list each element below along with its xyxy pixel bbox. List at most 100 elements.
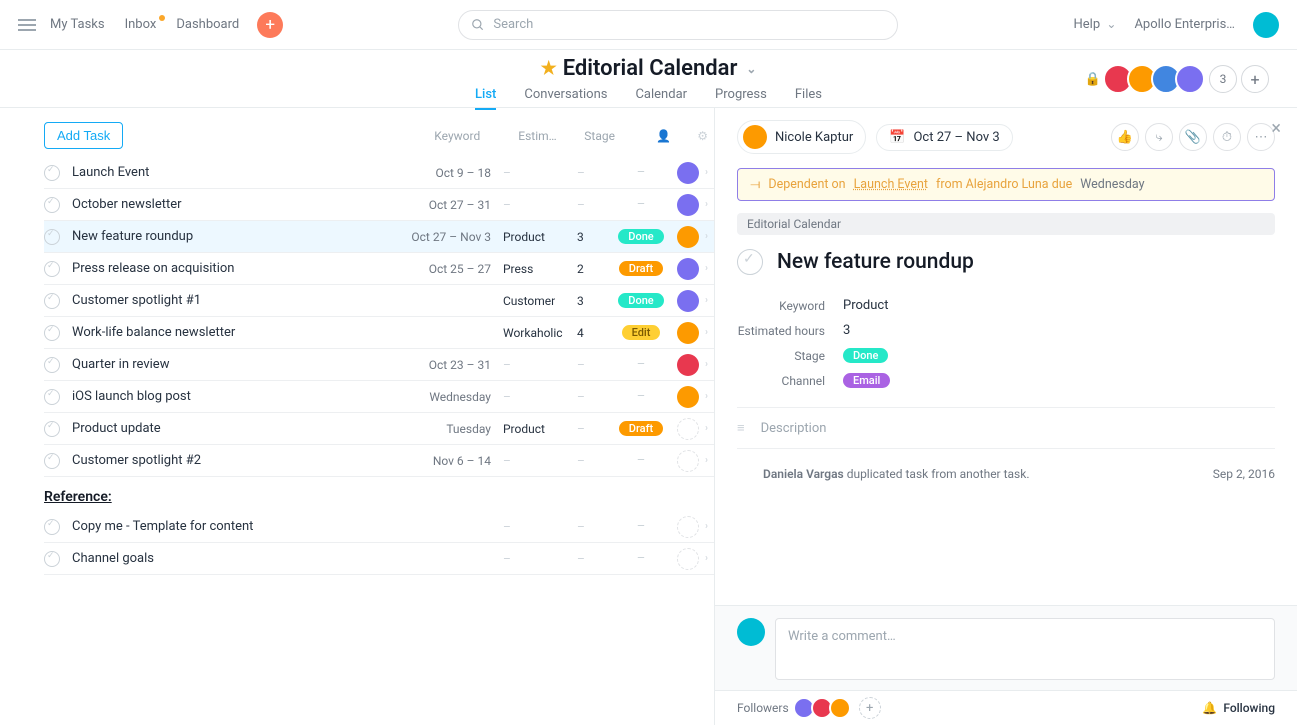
timer-icon[interactable]: ⏱ <box>1213 123 1241 151</box>
follower-avatar[interactable] <box>829 697 851 719</box>
assignee-avatar[interactable] <box>677 258 699 280</box>
current-user-avatar[interactable] <box>1253 12 1279 38</box>
lock-icon[interactable]: 🔒 <box>1085 72 1101 87</box>
task-date: Wednesday <box>405 390 491 404</box>
following-toggle[interactable]: 🔔 Following <box>1202 701 1275 715</box>
hamburger-icon[interactable] <box>18 19 36 31</box>
complete-checkbox[interactable] <box>44 229 60 245</box>
task-row[interactable]: Press release on acquisitionOct 25 – 27P… <box>44 253 714 285</box>
person-icon[interactable]: 👤 <box>656 129 671 143</box>
chevron-right-icon: › <box>705 199 708 210</box>
nav-inbox[interactable]: Inbox <box>125 17 157 32</box>
assignee-chip[interactable]: Nicole Kaptur <box>737 120 866 154</box>
dep-event-link[interactable]: Launch Event <box>854 177 928 192</box>
assignee-avatar[interactable] <box>677 354 699 376</box>
complete-checkbox[interactable] <box>44 261 60 277</box>
section-reference[interactable]: Reference: <box>44 477 714 511</box>
following-label: Following <box>1223 701 1275 715</box>
task-title[interactable]: New feature roundup <box>777 250 974 274</box>
project-chip[interactable]: Editorial Calendar <box>737 213 1275 235</box>
subtasks-icon[interactable]: ⤷ <box>1145 123 1173 151</box>
complete-checkbox[interactable] <box>44 421 60 437</box>
assignee-avatar[interactable] <box>677 290 699 312</box>
complete-checkbox[interactable] <box>44 197 60 213</box>
add-task-button[interactable]: Add Task <box>44 122 123 149</box>
task-date: Oct 25 – 27 <box>405 262 491 276</box>
field-value[interactable]: 3 <box>843 323 850 338</box>
task-row[interactable]: Quarter in reviewOct 23 – 31–––› <box>44 349 714 381</box>
tab-list[interactable]: List <box>475 87 496 110</box>
task-row[interactable]: Product updateTuesdayProduct–Draft› <box>44 413 714 445</box>
task-row[interactable]: Customer spotlight #2Nov 6 – 14–––› <box>44 445 714 477</box>
assignee-avatar[interactable] <box>677 322 699 344</box>
col-keyword[interactable]: Keyword <box>434 129 492 143</box>
activity-actor[interactable]: Daniela Vargas <box>763 467 844 481</box>
nav-my-tasks[interactable]: My Tasks <box>50 17 105 32</box>
assignee-avatar[interactable] <box>677 162 699 184</box>
add-follower-button[interactable]: + <box>859 697 881 719</box>
assignee-avatar[interactable] <box>677 418 699 440</box>
assignee-avatar[interactable] <box>677 194 699 216</box>
complete-checkbox[interactable] <box>44 551 60 567</box>
tab-files[interactable]: Files <box>795 87 822 110</box>
help-menu[interactable]: Help ⌄ <box>1074 17 1117 32</box>
field-value[interactable]: Product <box>843 298 888 313</box>
assignee-avatar[interactable] <box>677 226 699 248</box>
task-row[interactable]: Copy me - Template for content–––› <box>44 511 714 543</box>
comment-box: Write a comment… <box>715 605 1297 690</box>
chevron-right-icon: › <box>705 327 708 338</box>
task-row[interactable]: Customer spotlight #1Customer3Done› <box>44 285 714 317</box>
tab-progress[interactable]: Progress <box>715 87 767 110</box>
tab-conversations[interactable]: Conversations <box>524 87 607 110</box>
detail-actions: 👍 ⤷ 📎 ⏱ ⋯ <box>1111 123 1275 151</box>
assignee-avatar[interactable] <box>677 548 699 570</box>
col-estimated[interactable]: Estim… <box>518 129 558 143</box>
task-row[interactable]: Launch EventOct 9 – 18–––› <box>44 157 714 189</box>
add-member-button[interactable]: + <box>1241 65 1269 93</box>
nav-dashboard[interactable]: Dashboard <box>176 17 239 32</box>
project-title[interactable]: Editorial Calendar <box>563 56 738 81</box>
task-keyword: – <box>491 390 569 404</box>
chevron-down-icon[interactable]: ⌄ <box>746 62 756 76</box>
complete-checkbox[interactable] <box>44 293 60 309</box>
complete-checkbox[interactable] <box>44 519 60 535</box>
task-name: Copy me - Template for content <box>72 519 405 534</box>
description-icon: ≡ <box>737 420 745 436</box>
complete-checkbox[interactable] <box>44 357 60 373</box>
complete-checkbox[interactable] <box>44 453 60 469</box>
like-icon[interactable]: 👍 <box>1111 123 1139 151</box>
gear-icon[interactable]: ⚙ <box>697 129 708 143</box>
complete-checkbox[interactable] <box>44 325 60 341</box>
channel-pill[interactable]: Email <box>843 373 890 388</box>
comment-input[interactable]: Write a comment… <box>775 618 1275 680</box>
stage-pill[interactable]: Done <box>843 348 888 363</box>
description-row[interactable]: ≡ Description <box>737 407 1275 449</box>
task-row[interactable]: Channel goals–––› <box>44 543 714 575</box>
assignee-avatar[interactable] <box>677 450 699 472</box>
member-avatar[interactable] <box>1175 64 1205 94</box>
task-keyword: Product <box>491 230 569 244</box>
task-row[interactable]: New feature roundupOct 27 – Nov 3Product… <box>44 221 714 253</box>
dependency-banner[interactable]: ⟞ Dependent on Launch Event from Alejand… <box>737 168 1275 201</box>
date-chip[interactable]: 📅 Oct 27 – Nov 3 <box>876 124 1012 151</box>
column-headers: Keyword Estim… Stage 👤 ⚙ <box>434 129 708 143</box>
tab-calendar[interactable]: Calendar <box>635 87 687 110</box>
search-input[interactable]: Search <box>458 10 898 40</box>
attachment-icon[interactable]: 📎 <box>1179 123 1207 151</box>
org-switcher[interactable]: Apollo Enterpris… <box>1134 17 1235 32</box>
star-icon[interactable]: ★ <box>541 58 557 79</box>
assignee-avatar[interactable] <box>677 516 699 538</box>
member-overflow[interactable]: 3 <box>1209 65 1237 93</box>
task-row[interactable]: iOS launch blog postWednesday–––› <box>44 381 714 413</box>
close-icon[interactable]: × <box>1271 118 1281 139</box>
col-stage[interactable]: Stage <box>584 129 630 143</box>
task-row[interactable]: Work-life balance newsletterWorkaholic4E… <box>44 317 714 349</box>
assignee-avatar[interactable] <box>677 386 699 408</box>
task-row[interactable]: October newsletterOct 27 – 31–––› <box>44 189 714 221</box>
detail-title-row: New feature roundup <box>737 249 1275 275</box>
complete-checkbox[interactable] <box>44 165 60 181</box>
task-keyword: Customer <box>491 294 569 308</box>
new-button[interactable]: + <box>257 12 283 38</box>
complete-checkbox[interactable] <box>737 249 763 275</box>
complete-checkbox[interactable] <box>44 389 60 405</box>
